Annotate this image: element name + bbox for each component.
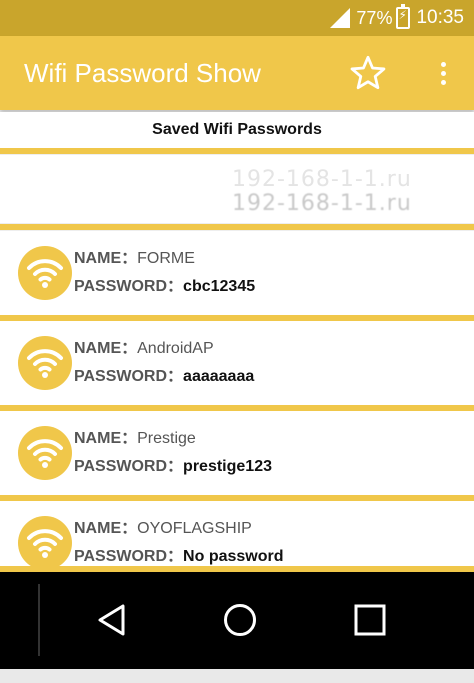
star-outline-icon bbox=[350, 55, 386, 90]
navigation-bar bbox=[0, 572, 474, 683]
network-name-row: NAME：OYOFLAGSHIP bbox=[74, 520, 252, 537]
wifi-icon bbox=[18, 336, 72, 390]
network-name-row: NAME：FORME bbox=[74, 250, 195, 267]
wifi-list-item[interactable]: NAME：AndroidAP PASSWORD：aaaaaaaa bbox=[0, 321, 474, 405]
section-title: Saved Wifi Passwords bbox=[0, 112, 474, 148]
wifi-list-item[interactable]: NAME：Prestige PASSWORD：prestige123 bbox=[0, 411, 474, 495]
divider bbox=[0, 148, 474, 154]
network-name-row: NAME：AndroidAP bbox=[74, 340, 214, 357]
network-password-row: PASSWORD：prestige123 bbox=[74, 458, 272, 475]
wifi-icon bbox=[18, 246, 72, 300]
network-name: OYOFLAGSHIP bbox=[137, 520, 252, 537]
watermark-text: 192-168-1-1.ru bbox=[232, 167, 412, 192]
watermark-card: 192-168-1-1.ru 192-168-1-1.ru bbox=[0, 155, 474, 223]
network-name: FORME bbox=[137, 250, 195, 267]
recents-button[interactable] bbox=[340, 590, 400, 650]
recents-square-icon bbox=[354, 604, 386, 636]
network-password: prestige123 bbox=[183, 458, 272, 475]
wifi-icon bbox=[18, 516, 72, 570]
network-password: cbc12345 bbox=[183, 278, 256, 295]
network-password-row: PASSWORD：cbc12345 bbox=[74, 278, 256, 295]
battery-percent: 77% bbox=[356, 7, 393, 28]
app-bar: Wifi Password Show bbox=[0, 36, 474, 110]
screen-bottom-edge bbox=[0, 669, 474, 683]
network-password: aaaaaaaa bbox=[183, 368, 255, 385]
wifi-list-item[interactable]: NAME：FORME PASSWORD：cbc12345 bbox=[0, 231, 474, 315]
cell-signal-icon bbox=[330, 8, 351, 28]
clock: 10:35 bbox=[416, 7, 464, 28]
app-title: Wifi Password Show bbox=[24, 57, 261, 88]
network-password: No password bbox=[183, 548, 284, 565]
battery-charging-icon bbox=[396, 4, 411, 29]
home-button[interactable] bbox=[210, 590, 270, 650]
favorite-button[interactable] bbox=[346, 51, 390, 95]
network-name-row: NAME：Prestige bbox=[74, 430, 196, 447]
back-triangle-icon bbox=[98, 604, 125, 636]
nav-divider bbox=[38, 584, 40, 656]
divider bbox=[0, 224, 474, 230]
network-name: Prestige bbox=[137, 430, 196, 447]
watermark-text-shadow: 192-168-1-1.ru bbox=[232, 191, 412, 216]
wifi-icon bbox=[18, 426, 72, 480]
back-button[interactable] bbox=[82, 590, 142, 650]
home-circle-icon bbox=[224, 604, 256, 636]
status-bar: 77% 10:35 bbox=[0, 0, 474, 36]
overflow-menu-button[interactable] bbox=[428, 51, 458, 95]
network-password-row: PASSWORD：aaaaaaaa bbox=[74, 368, 255, 385]
more-vert-icon bbox=[440, 61, 446, 67]
network-name: AndroidAP bbox=[137, 340, 214, 357]
